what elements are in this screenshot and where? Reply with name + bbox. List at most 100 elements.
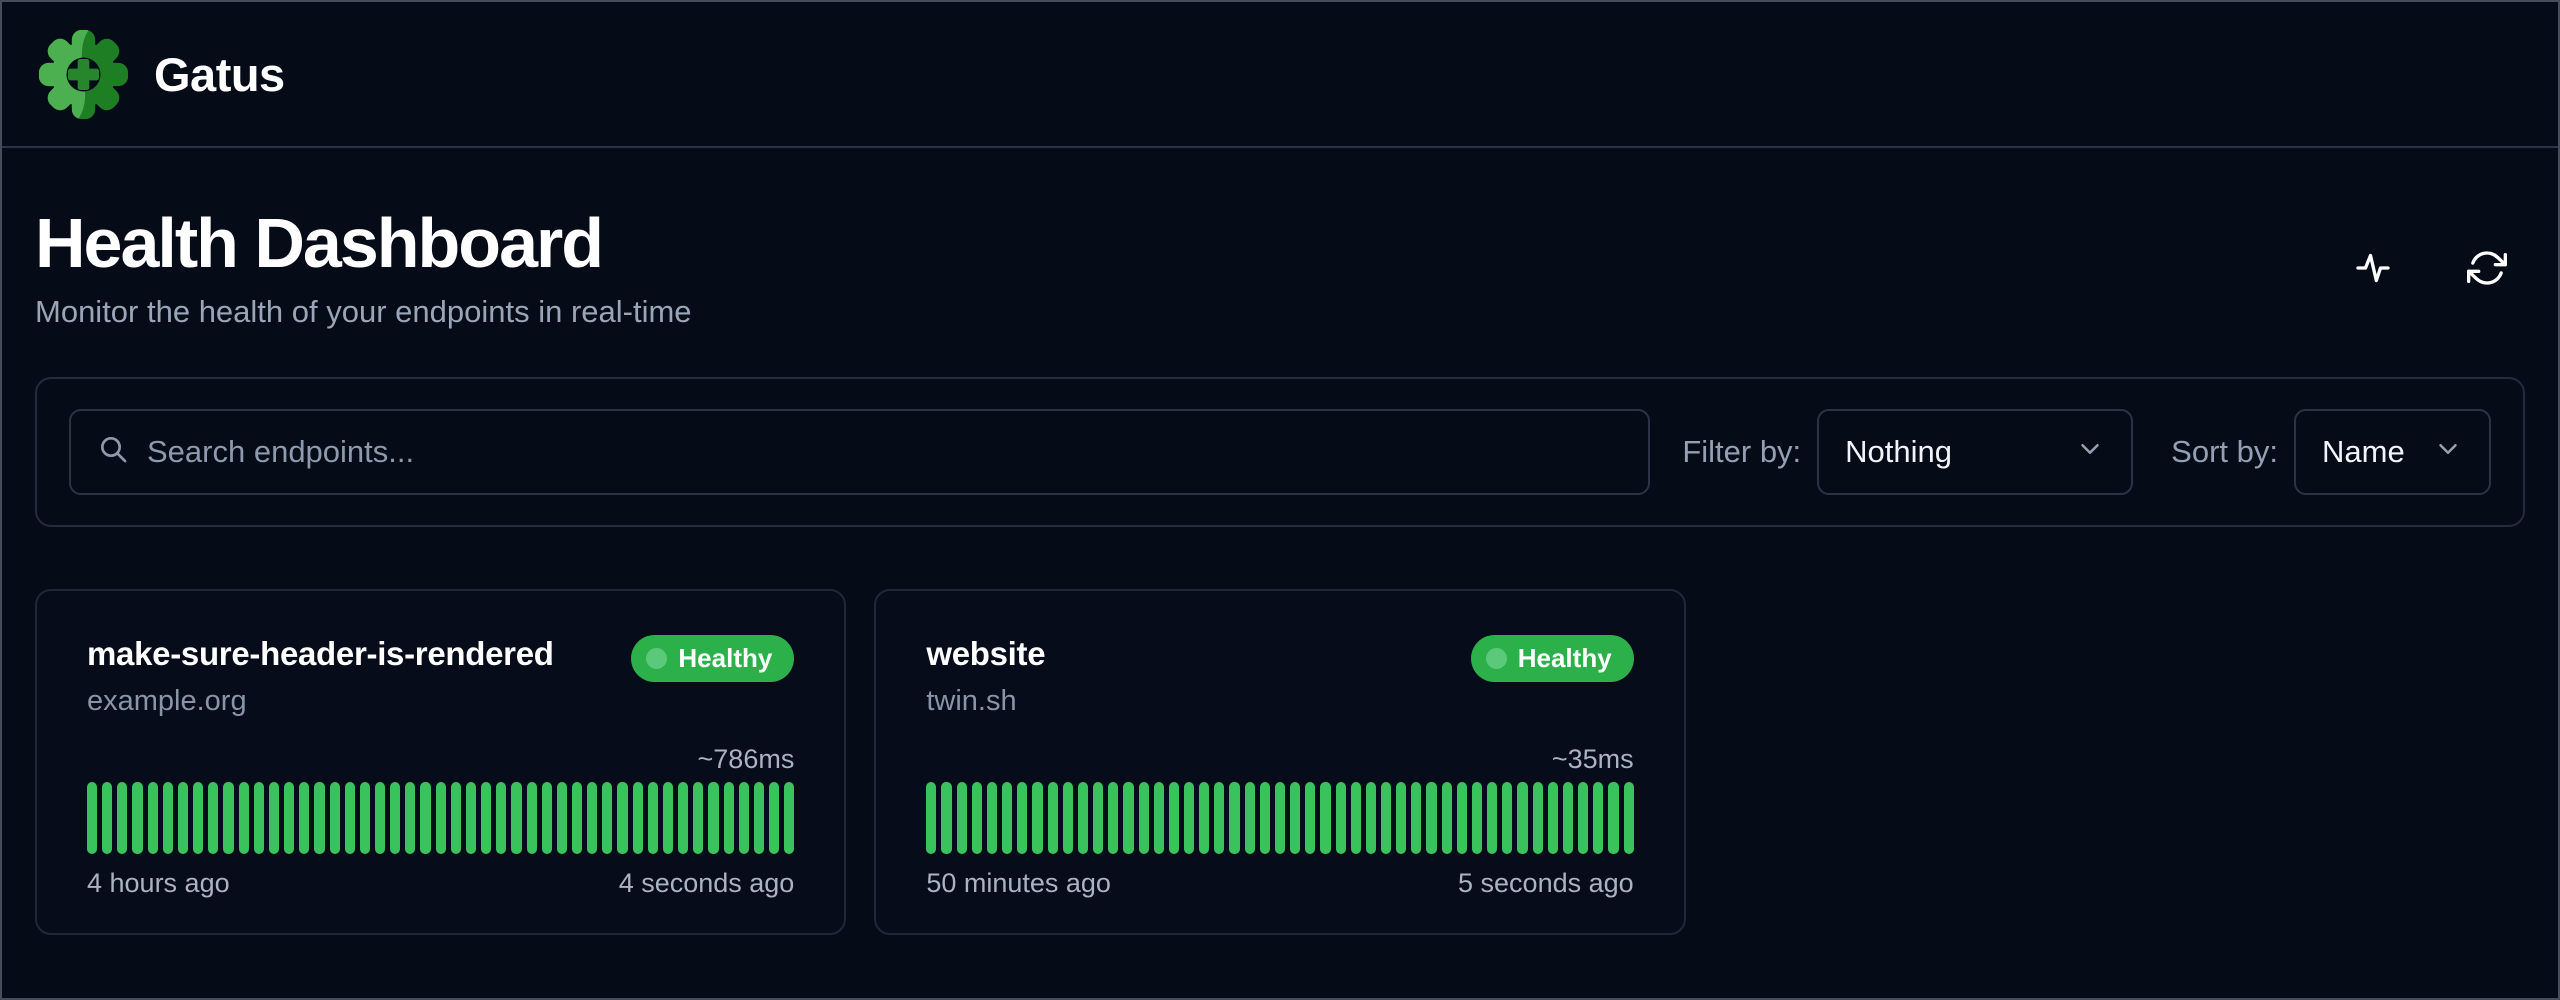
health-check-bar[interactable] (557, 782, 567, 854)
health-check-bar[interactable] (360, 782, 370, 854)
health-check-bar[interactable] (1184, 782, 1194, 854)
health-check-bar[interactable] (1563, 782, 1573, 854)
health-check-bar[interactable] (633, 782, 643, 854)
sort-select[interactable]: Name (2294, 409, 2491, 495)
health-check-bar[interactable] (269, 782, 279, 854)
health-check-bar[interactable] (481, 782, 491, 854)
health-check-bar[interactable] (1396, 782, 1406, 854)
health-check-bar[interactable] (1533, 782, 1543, 854)
refresh-icon[interactable] (2467, 248, 2507, 288)
health-check-bar[interactable] (1487, 782, 1497, 854)
health-check-bar[interactable] (784, 782, 794, 854)
health-check-bar[interactable] (739, 782, 749, 854)
health-check-bar[interactable] (1260, 782, 1270, 854)
endpoint-card[interactable]: make-sure-header-is-rendered example.org… (35, 589, 846, 935)
health-check-bar[interactable] (1305, 782, 1315, 854)
health-check-bar[interactable] (1078, 782, 1088, 854)
health-check-bar[interactable] (542, 782, 552, 854)
health-check-bar[interactable] (769, 782, 779, 854)
health-check-bar[interactable] (1169, 782, 1179, 854)
health-check-bar[interactable] (1502, 782, 1512, 854)
health-check-bar[interactable] (405, 782, 415, 854)
health-check-bar[interactable] (314, 782, 324, 854)
health-check-bar[interactable] (1320, 782, 1330, 854)
health-check-bar[interactable] (1229, 782, 1239, 854)
health-check-bar[interactable] (117, 782, 127, 854)
health-check-bar[interactable] (1426, 782, 1436, 854)
health-check-bar[interactable] (345, 782, 355, 854)
health-check-bar[interactable] (926, 782, 936, 854)
health-check-bar[interactable] (1002, 782, 1012, 854)
health-check-bar[interactable] (1199, 782, 1209, 854)
health-check-bar[interactable] (678, 782, 688, 854)
endpoint-name[interactable]: website (926, 635, 1045, 673)
health-check-bar[interactable] (511, 782, 521, 854)
health-check-bar[interactable] (1351, 782, 1361, 854)
health-check-bar[interactable] (1381, 782, 1391, 854)
health-check-bar[interactable] (330, 782, 340, 854)
health-check-bar[interactable] (208, 782, 218, 854)
endpoint-name[interactable]: make-sure-header-is-rendered (87, 635, 554, 673)
health-check-bar[interactable] (1275, 782, 1285, 854)
health-check-bar[interactable] (1366, 782, 1376, 854)
health-check-bar[interactable] (375, 782, 385, 854)
health-check-bar[interactable] (254, 782, 264, 854)
health-check-bar[interactable] (1608, 782, 1618, 854)
health-check-bar[interactable] (1290, 782, 1300, 854)
health-check-bar[interactable] (1624, 782, 1634, 854)
health-check-bar[interactable] (223, 782, 233, 854)
health-check-bar[interactable] (1593, 782, 1603, 854)
health-check-bar[interactable] (148, 782, 158, 854)
health-check-bar[interactable] (1548, 782, 1558, 854)
health-check-bar[interactable] (1139, 782, 1149, 854)
activity-icon[interactable] (2353, 248, 2393, 288)
health-check-bar[interactable] (693, 782, 703, 854)
health-check-bar[interactable] (1123, 782, 1133, 854)
health-check-bar[interactable] (451, 782, 461, 854)
health-check-bar[interactable] (617, 782, 627, 854)
search-box[interactable] (69, 409, 1650, 495)
health-check-bar[interactable] (1214, 782, 1224, 854)
search-input[interactable] (147, 411, 1622, 493)
health-check-bar[interactable] (1154, 782, 1164, 854)
health-check-bar[interactable] (572, 782, 582, 854)
health-check-bar[interactable] (941, 782, 951, 854)
health-check-bar[interactable] (193, 782, 203, 854)
health-check-bar[interactable] (602, 782, 612, 854)
health-check-bar[interactable] (1108, 782, 1118, 854)
health-check-bar[interactable] (648, 782, 658, 854)
health-check-bar[interactable] (132, 782, 142, 854)
health-check-bar[interactable] (299, 782, 309, 854)
health-check-bar[interactable] (1578, 782, 1588, 854)
health-check-bar[interactable] (1517, 782, 1527, 854)
brand-title[interactable]: Gatus (154, 47, 285, 102)
health-check-bar[interactable] (1017, 782, 1027, 854)
health-check-bar[interactable] (102, 782, 112, 854)
health-check-bar[interactable] (496, 782, 506, 854)
filter-select[interactable]: Nothing (1817, 409, 2133, 495)
health-check-bar[interactable] (178, 782, 188, 854)
health-check-bar[interactable] (239, 782, 249, 854)
health-check-bar[interactable] (957, 782, 967, 854)
endpoint-card[interactable]: website twin.sh Healthy ~35ms 50 minutes… (874, 589, 1685, 935)
health-check-bar[interactable] (1336, 782, 1346, 854)
health-check-bar[interactable] (420, 782, 430, 854)
health-check-bar[interactable] (724, 782, 734, 854)
health-check-bar[interactable] (1245, 782, 1255, 854)
health-check-bar[interactable] (754, 782, 764, 854)
health-check-bar[interactable] (1032, 782, 1042, 854)
health-check-bar[interactable] (1048, 782, 1058, 854)
health-check-bar[interactable] (987, 782, 997, 854)
health-check-bar[interactable] (1093, 782, 1103, 854)
health-check-bar[interactable] (708, 782, 718, 854)
health-check-bar[interactable] (587, 782, 597, 854)
health-check-bar[interactable] (1411, 782, 1421, 854)
health-check-bar[interactable] (466, 782, 476, 854)
health-check-bar[interactable] (436, 782, 446, 854)
health-check-bar[interactable] (1457, 782, 1467, 854)
health-check-bar[interactable] (1063, 782, 1073, 854)
health-check-bar[interactable] (1442, 782, 1452, 854)
health-check-bar[interactable] (527, 782, 537, 854)
health-check-bar[interactable] (163, 782, 173, 854)
health-check-bar[interactable] (972, 782, 982, 854)
